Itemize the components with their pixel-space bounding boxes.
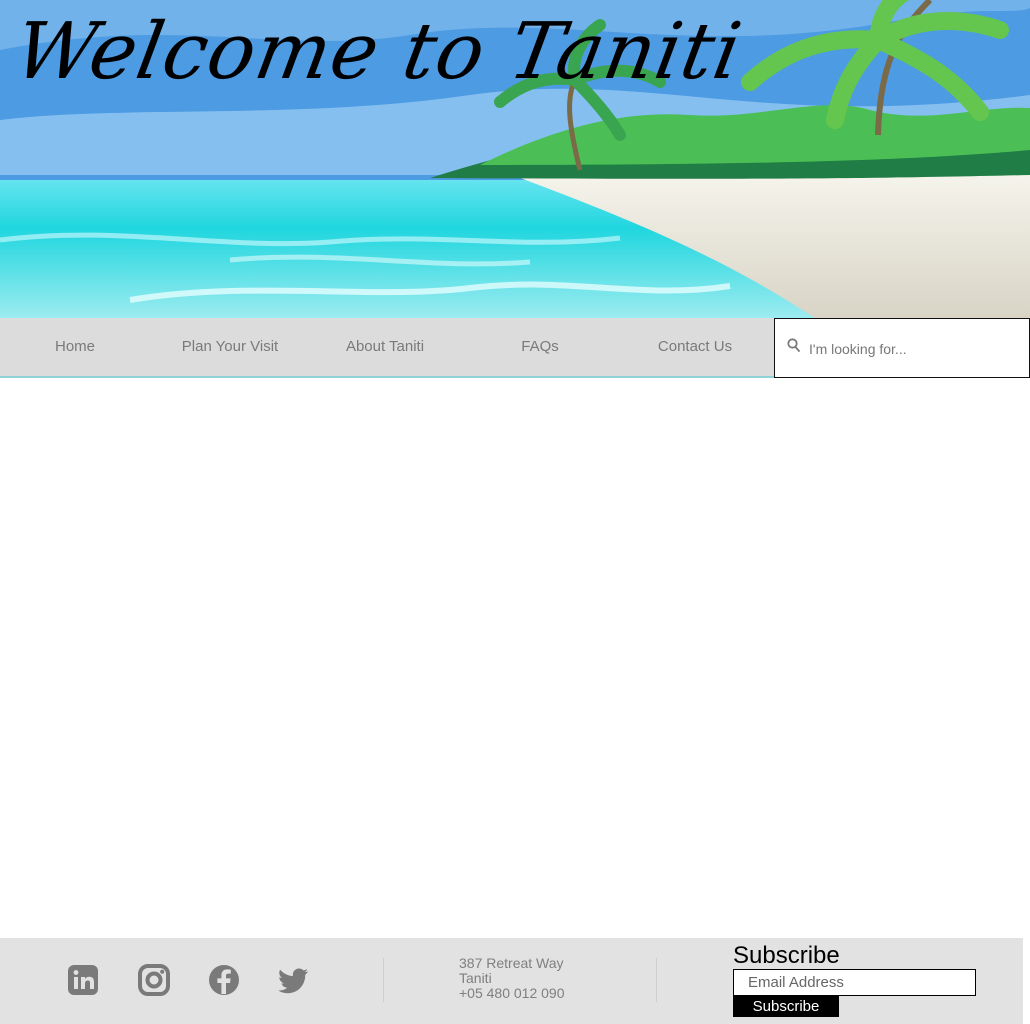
nav-about-taniti[interactable]: About Taniti — [330, 318, 440, 378]
main-navigation: Home Plan Your Visit About Taniti FAQs C… — [0, 318, 1030, 378]
search-box[interactable] — [774, 318, 1030, 378]
footer-divider — [656, 958, 657, 1002]
facebook-icon[interactable] — [207, 963, 241, 997]
search-input[interactable] — [807, 333, 1021, 365]
address-block: 387 Retreat Way Taniti +05 480 012 090 — [459, 956, 565, 1001]
nav-plan-your-visit[interactable]: Plan Your Visit — [160, 318, 300, 378]
nav-faqs[interactable]: FAQs — [490, 318, 590, 378]
hero-title: Welcome to Taniti — [7, 7, 749, 97]
footer: 387 Retreat Way Taniti +05 480 012 090 S… — [0, 938, 1023, 1024]
nav-home[interactable]: Home — [20, 318, 130, 378]
nav-contact-us[interactable]: Contact Us — [640, 318, 750, 378]
address-city: Taniti — [459, 970, 492, 986]
email-address-input[interactable] — [733, 969, 976, 996]
address-street: 387 Retreat Way — [459, 955, 564, 971]
page: Welcome to Taniti Home Plan Your Visit A… — [0, 0, 1030, 1024]
instagram-icon[interactable] — [137, 963, 171, 997]
twitter-icon[interactable] — [277, 963, 311, 997]
subscribe-title: Subscribe — [733, 942, 840, 969]
subscribe-button[interactable]: Subscribe — [733, 996, 839, 1017]
linkedin-icon[interactable] — [66, 963, 100, 997]
footer-divider — [383, 958, 384, 1002]
search-icon — [787, 338, 800, 352]
address-phone: +05 480 012 090 — [459, 985, 565, 1001]
hero-banner: Welcome to Taniti — [0, 0, 1030, 318]
